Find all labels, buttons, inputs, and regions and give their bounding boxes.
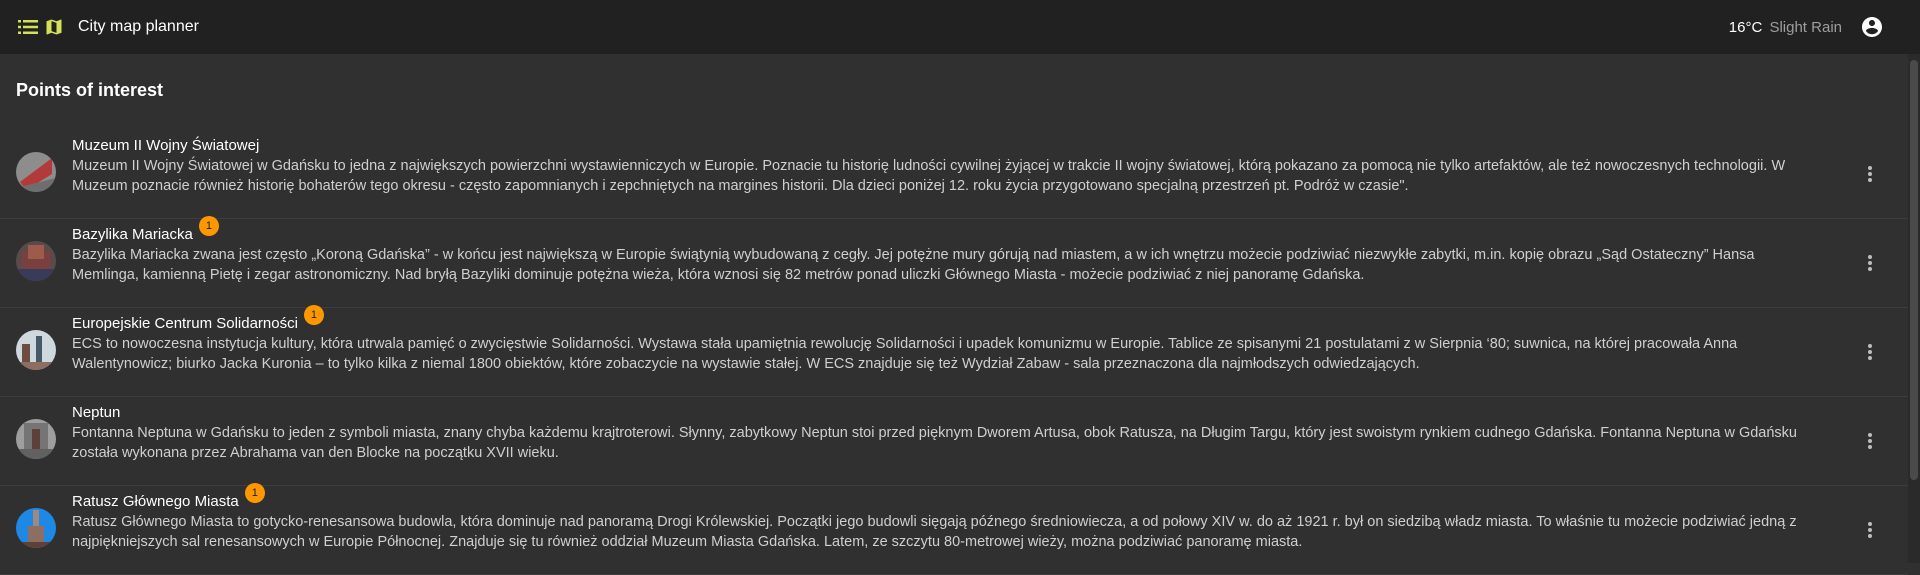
avatar [16, 508, 56, 548]
main-content: Points of interest Muzeum II Wojny Świat… [0, 54, 1920, 575]
notification-badge: 1 [303, 305, 324, 325]
item-description: Muzeum II Wojny Światowej w Gdańsku to j… [72, 158, 1786, 194]
item-description: Ratusz Głównego Miasta to gotycko-renesa… [72, 514, 1797, 550]
more-vert-icon[interactable] [1860, 164, 1880, 184]
item-description: Fontanna Neptuna w Gdańsku to jeden z sy… [72, 425, 1797, 461]
notification-badge: 1 [198, 216, 219, 236]
notification-badge: 1 [244, 483, 265, 503]
item-title: Bazylika Mariacka [72, 226, 193, 243]
avatar [16, 330, 56, 370]
item-description: Bazylika Mariacka zwana jest często „Kor… [72, 247, 1755, 283]
vertical-scrollbar[interactable] [1908, 54, 1920, 563]
weather-description: Slight Rain [1769, 18, 1842, 36]
scrollbar-thumb[interactable] [1910, 60, 1918, 480]
avatar [16, 241, 56, 281]
item-title: Muzeum II Wojny Światowej [72, 137, 260, 154]
avatar [16, 419, 56, 459]
item-title: Neptun [72, 404, 121, 421]
list-item[interactable]: Neptun Fontanna Neptuna w Gdańsku to jed… [0, 397, 1908, 486]
list-item[interactable]: Europejskie Centrum Solidarności 1 ECS to… [0, 305, 1908, 397]
account-circle-icon[interactable] [1860, 15, 1884, 39]
app-title: City map planner [78, 18, 199, 35]
menu-list-icon[interactable] [18, 17, 38, 37]
item-title: Europejskie Centrum Solidarności [72, 315, 298, 332]
item-description: ECS to nowoczesna instytucja kultury, kt… [72, 336, 1738, 372]
more-vert-icon[interactable] [1860, 431, 1880, 451]
list-item[interactable]: Ratusz Głównego Miasta 1 Ratusz Głównego … [0, 483, 1908, 575]
more-vert-icon[interactable] [1860, 253, 1880, 273]
map-icon[interactable] [44, 17, 64, 37]
weather-temperature: 16°C [1728, 18, 1763, 36]
avatar [16, 152, 56, 192]
list-item[interactable]: Muzeum II Wojny Światowej Muzeum II Wojn… [0, 130, 1908, 219]
list-item[interactable]: Bazylika Mariacka 1 Bazylika Mariacka zwa… [0, 216, 1908, 308]
more-vert-icon[interactable] [1860, 342, 1880, 362]
app-toolbar: City map planner 16°C Slight Rain [0, 0, 1920, 54]
more-vert-icon[interactable] [1860, 520, 1880, 540]
item-title: Ratusz Głównego Miasta [72, 493, 239, 510]
weather-readout: 16°C Slight Rain [1729, 19, 1842, 36]
poi-list: Muzeum II Wojny Światowej Muzeum II Wojn… [0, 130, 1908, 575]
section-title: Points of interest [16, 80, 164, 100]
